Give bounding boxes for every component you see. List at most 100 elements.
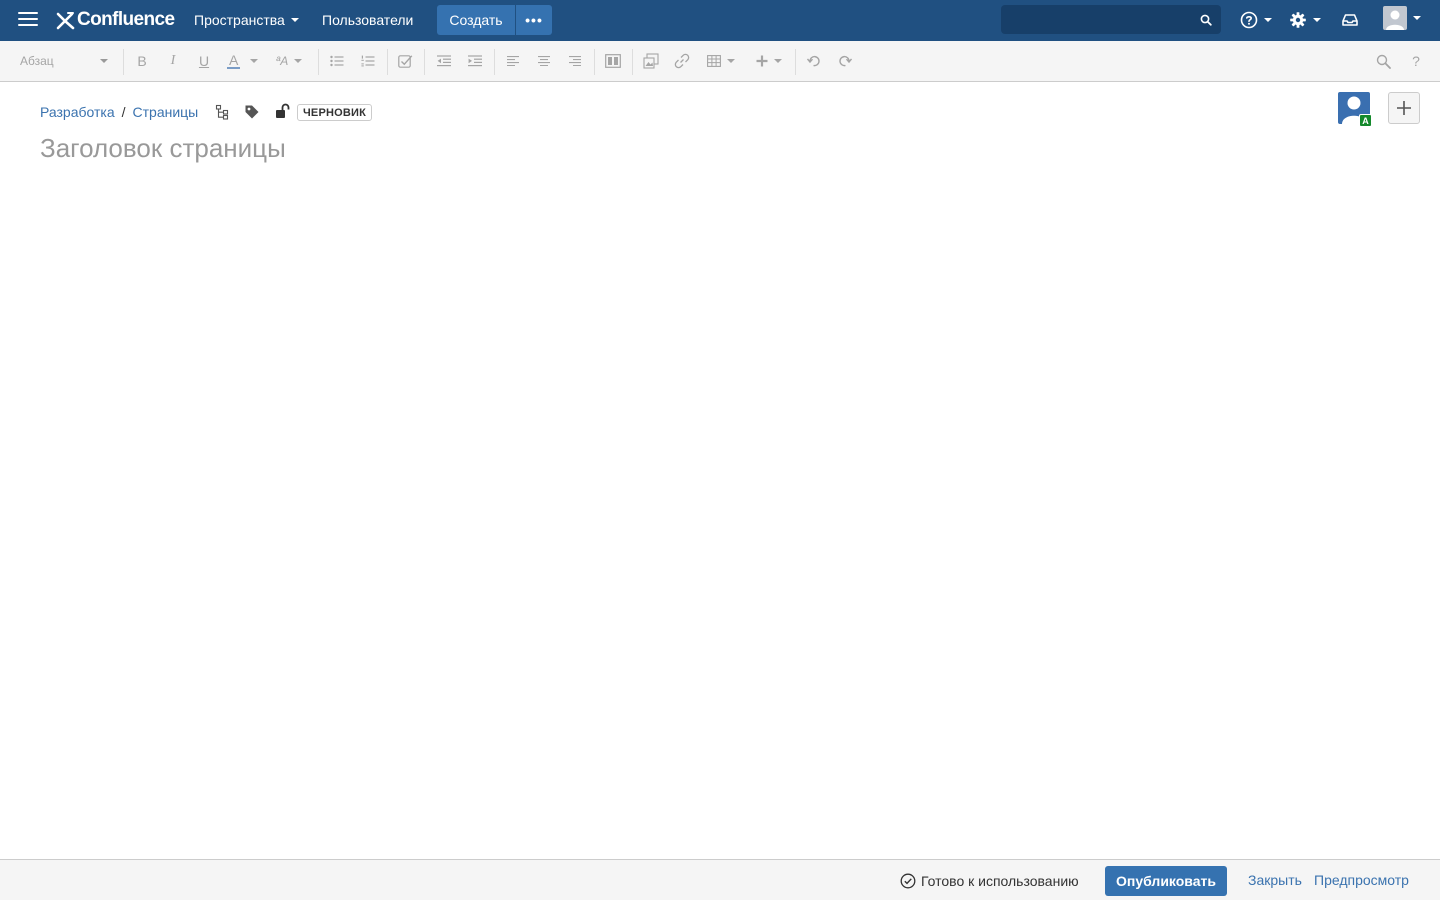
- formatting-icon: ªA: [275, 54, 289, 68]
- editor-toolbar: Абзац B I U A ªA ?: [0, 41, 1440, 82]
- unlock-icon[interactable]: [274, 103, 290, 119]
- ready-status-label: Готово к использованию: [921, 873, 1079, 889]
- label-icon[interactable]: [244, 104, 260, 120]
- task-list-icon: [397, 54, 412, 68]
- bullet-list-icon: [330, 55, 344, 67]
- insert-link-button[interactable]: [673, 41, 691, 81]
- indent-icon: [468, 55, 482, 67]
- insert-table-button[interactable]: [705, 41, 737, 81]
- find-replace-icon: [1376, 54, 1391, 69]
- draft-status-lozenge: ЧЕРНОВИК: [297, 104, 373, 121]
- search-icon[interactable]: [1200, 14, 1212, 26]
- chevron-down-icon: [294, 59, 303, 63]
- indent-button[interactable]: [467, 41, 483, 81]
- preview-link[interactable]: Предпросмотр: [1314, 872, 1409, 888]
- chevron-down-icon: [100, 59, 108, 63]
- keyboard-help-button[interactable]: ?: [1408, 41, 1424, 81]
- undo-icon: [807, 55, 820, 67]
- add-collaborator-button[interactable]: [1388, 92, 1420, 124]
- align-center-icon: [538, 56, 550, 66]
- user-menu[interactable]: [1383, 6, 1421, 30]
- help-icon: [1240, 11, 1258, 29]
- outdent-button[interactable]: [436, 41, 452, 81]
- editor-footer: Готово к использованию Опубликовать Закр…: [0, 859, 1440, 900]
- text-color-button[interactable]: A: [227, 41, 263, 81]
- insert-more-button[interactable]: [753, 41, 785, 81]
- nav-people-link[interactable]: Пользователи: [322, 12, 413, 28]
- ready-status[interactable]: Готово к использованию: [900, 872, 1079, 890]
- create-more-button[interactable]: •••: [516, 5, 552, 35]
- toolbar-divider: [387, 49, 388, 75]
- chevron-down-icon: [774, 59, 782, 63]
- toolbar-divider: [424, 49, 425, 75]
- task-list-button[interactable]: [397, 41, 413, 81]
- create-button[interactable]: Создать: [437, 5, 515, 35]
- page-layout-button[interactable]: [604, 41, 622, 81]
- underline-icon: U: [198, 53, 210, 69]
- page-layout-icon: [605, 54, 621, 68]
- page-tree-icon[interactable]: [215, 104, 231, 120]
- toolbar-divider: [795, 49, 796, 75]
- confluence-logo[interactable]: Confluence: [56, 9, 175, 31]
- page-title-input[interactable]: [40, 130, 1320, 166]
- italic-button[interactable]: I: [165, 41, 181, 81]
- align-center-button[interactable]: [536, 41, 552, 81]
- publish-button[interactable]: Опубликовать: [1105, 866, 1227, 896]
- keyboard-help-icon: ?: [1412, 53, 1420, 69]
- insert-plus-icon: [756, 55, 768, 67]
- notifications-icon: [1342, 14, 1358, 26]
- find-replace-button[interactable]: [1375, 41, 1391, 81]
- image-icon: [643, 53, 659, 69]
- redo-button[interactable]: [837, 41, 853, 81]
- settings-icon: [1290, 12, 1306, 28]
- align-right-icon: [569, 56, 581, 66]
- paragraph-style-select[interactable]: Абзац: [20, 41, 110, 81]
- insert-image-button[interactable]: [642, 41, 660, 81]
- link-icon: [674, 53, 690, 69]
- chevron-down-icon: [290, 18, 299, 22]
- breadcrumb-pages-link[interactable]: Страницы: [133, 104, 199, 120]
- chevron-down-icon: [727, 59, 735, 63]
- bold-button[interactable]: B: [134, 41, 150, 81]
- chevron-down-icon: [250, 59, 259, 63]
- settings-menu[interactable]: [1289, 10, 1321, 30]
- breadcrumb-space-link[interactable]: Разработка: [40, 104, 115, 120]
- outdent-icon: [437, 55, 451, 67]
- logo-text: Confluence: [77, 9, 175, 30]
- undo-button[interactable]: [806, 41, 822, 81]
- confluence-logo-icon: [56, 12, 75, 30]
- search-input[interactable]: [1001, 5, 1221, 34]
- numbered-list-button[interactable]: [360, 41, 376, 81]
- toolbar-divider: [594, 49, 595, 75]
- breadcrumb: Разработка / Страницы: [40, 103, 198, 121]
- text-color-icon: A: [227, 52, 241, 69]
- toolbar-divider: [123, 49, 124, 75]
- chevron-down-icon: [1313, 18, 1321, 22]
- redo-icon: [839, 55, 852, 67]
- chevron-down-icon: [1413, 16, 1421, 20]
- underline-button[interactable]: U: [196, 41, 212, 81]
- bold-icon: B: [137, 53, 147, 69]
- breadcrumb-separator: /: [121, 104, 126, 120]
- bullet-list-button[interactable]: [329, 41, 345, 81]
- toolbar-divider: [494, 49, 495, 75]
- nav-spaces-label: Пространства: [194, 12, 285, 28]
- table-icon: [707, 55, 721, 67]
- app-switcher-menu-icon[interactable]: [18, 12, 38, 28]
- toolbar-divider: [632, 49, 633, 75]
- user-avatar-icon: [1383, 6, 1407, 30]
- align-left-icon: [507, 56, 519, 66]
- nav-spaces-dropdown[interactable]: Пространства: [194, 12, 299, 28]
- align-left-button[interactable]: [505, 41, 521, 81]
- close-link[interactable]: Закрыть: [1248, 872, 1302, 888]
- more-formatting-button[interactable]: ªA: [273, 41, 305, 81]
- italic-icon: I: [170, 53, 176, 68]
- add-collaborator-icon: [1397, 101, 1411, 115]
- toolbar-divider: [318, 49, 319, 75]
- align-right-button[interactable]: [567, 41, 583, 81]
- chevron-down-icon: [1264, 18, 1272, 22]
- notifications-button[interactable]: [1341, 10, 1359, 30]
- collaborator-badge: A: [1359, 114, 1372, 127]
- help-menu[interactable]: [1240, 10, 1272, 30]
- numbered-list-icon: [361, 55, 375, 67]
